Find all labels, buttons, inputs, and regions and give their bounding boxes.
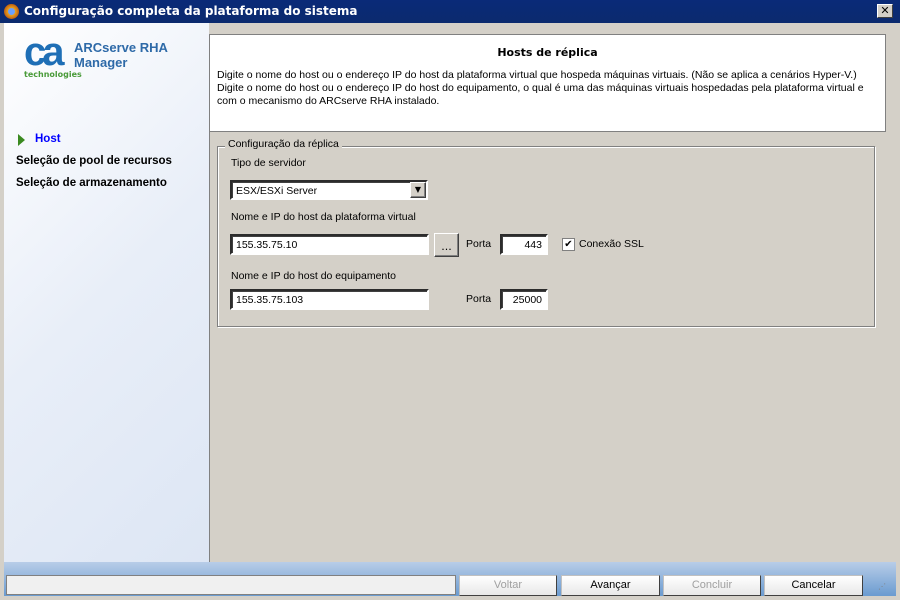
virtual-host-label: Nome e IP do host da plataforma virtual xyxy=(231,211,416,223)
sidebar: ca technologies ARCserve RHA Manager Host… xyxy=(4,23,209,563)
virtual-host-input[interactable]: 155.35.75.10 xyxy=(230,234,429,255)
cancel-button[interactable]: Cancelar xyxy=(764,575,863,596)
group-title: Configuração da réplica xyxy=(225,138,342,150)
step-resource-pool: Seleção de pool de recursos xyxy=(16,155,172,167)
window-title: Configuração completa da plataforma do s… xyxy=(24,4,358,18)
page-description: Digite o nome do host ou o endereço IP d… xyxy=(217,69,864,107)
finish-button[interactable]: Concluir xyxy=(663,575,761,596)
chevron-down-icon[interactable]: ▼ xyxy=(410,182,426,198)
back-button[interactable]: Voltar xyxy=(459,575,557,596)
step-storage: Seleção de armazenamento xyxy=(16,177,167,189)
ssl-checkbox[interactable]: ✔ xyxy=(562,238,575,251)
step-host: Host xyxy=(35,133,61,145)
server-type-select[interactable]: ESX/ESXi Server xyxy=(230,180,428,200)
server-type-label: Tipo de servidor xyxy=(231,157,306,169)
next-button[interactable]: Avançar xyxy=(561,575,660,596)
appliance-host-label: Nome e IP do host do equipamento xyxy=(231,270,397,282)
page-header: Hosts de réplica Digite o nome do host o… xyxy=(209,34,886,132)
appliance-host-input[interactable]: 155.35.75.103 xyxy=(230,289,429,310)
resize-grip-icon[interactable]: ⋰ xyxy=(878,582,890,594)
title-bar: Configuração completa da plataforma do s… xyxy=(0,0,900,23)
ca-logo: ca technologies xyxy=(24,30,82,79)
status-field xyxy=(6,575,456,595)
app-icon xyxy=(4,4,19,19)
appliance-port-input[interactable]: 25000 xyxy=(500,289,548,310)
close-button[interactable]: ✕ xyxy=(877,4,893,18)
browse-button[interactable]: ... xyxy=(434,233,459,257)
current-step-arrow-icon xyxy=(18,134,25,146)
product-name: ARCserve RHA Manager xyxy=(74,40,168,70)
virtual-port-input[interactable]: 443 xyxy=(500,234,548,255)
ssl-label: Conexão SSL xyxy=(579,238,644,250)
virtual-port-label: Porta xyxy=(466,238,492,250)
page-title: Hosts de réplica xyxy=(497,46,598,59)
appliance-port-label: Porta xyxy=(466,293,492,305)
